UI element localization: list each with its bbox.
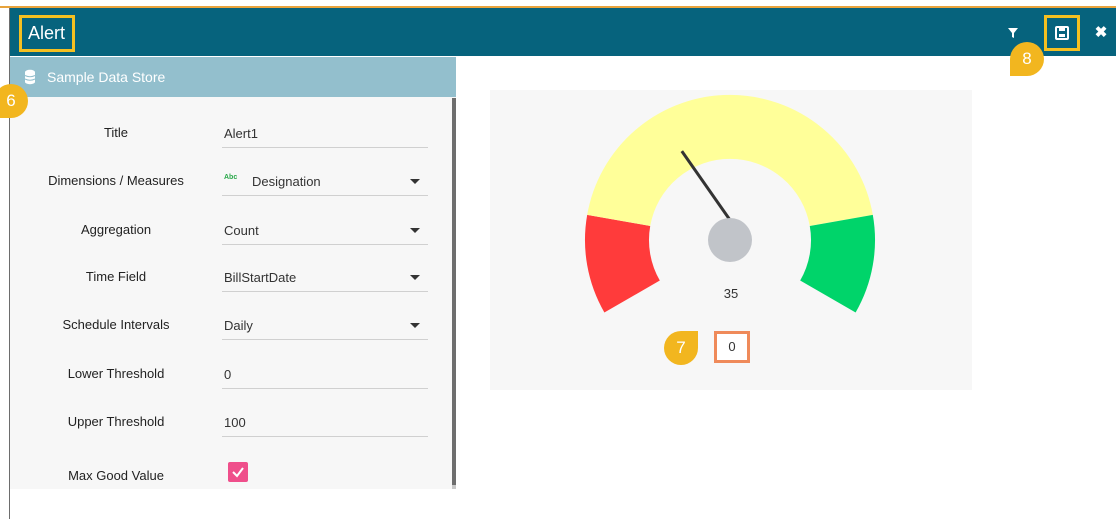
- aggregation-select[interactable]: Count: [222, 214, 428, 245]
- time-field-select[interactable]: BillStartDate: [222, 261, 428, 292]
- gauge-segment-high: [799, 214, 875, 313]
- field-label-max-good: Max Good Value: [68, 468, 164, 483]
- close-icon[interactable]: ✖: [1090, 22, 1112, 44]
- properties-panel: Sample Data Store Title Alert1 Dimension…: [10, 57, 456, 489]
- window-title: Alert: [19, 15, 75, 52]
- lower-threshold-value: 0: [224, 367, 232, 382]
- dimensions-select[interactable]: Abc Designation: [222, 165, 428, 196]
- gauge-segment-low: [585, 214, 661, 313]
- aggregation-value: Count: [224, 223, 259, 238]
- save-button[interactable]: [1044, 15, 1080, 51]
- text-type-icon: Abc: [224, 174, 238, 181]
- field-row-title: Title Alert1: [10, 125, 450, 165]
- field-label-title: Title: [103, 125, 129, 140]
- field-label-schedule: Schedule Intervals: [62, 317, 170, 332]
- chevron-down-icon: [410, 323, 420, 328]
- field-row-schedule: Schedule Intervals Daily: [10, 317, 450, 357]
- datastore-header[interactable]: Sample Data Store: [10, 57, 456, 97]
- field-row-aggregation: Aggregation Count: [10, 222, 450, 262]
- field-row-time-field: Time Field BillStartDate: [10, 269, 450, 309]
- callout-marker-7: 7: [664, 331, 698, 365]
- chevron-down-icon: [410, 275, 420, 280]
- field-row-dimensions: Dimensions / Measures Abc Designation: [10, 173, 450, 213]
- max-good-checkbox[interactable]: [228, 462, 248, 482]
- gauge-value: 35: [723, 286, 739, 301]
- upper-threshold-value: 100: [224, 415, 246, 430]
- field-label-lower-threshold: Lower Threshold: [67, 366, 165, 381]
- gauge-min-value: 0: [714, 331, 750, 363]
- time-field-value: BillStartDate: [224, 270, 297, 285]
- panel-scrollbar-thumb[interactable]: [452, 98, 456, 485]
- schedule-value: Daily: [224, 318, 253, 333]
- field-row-max-good: Max Good Value: [10, 462, 450, 508]
- schedule-select[interactable]: Daily: [222, 309, 428, 340]
- save-icon: [1055, 26, 1069, 40]
- lower-threshold-input[interactable]: 0: [222, 358, 428, 389]
- callout-marker-8: 8: [1010, 42, 1044, 76]
- gauge-hub: [708, 218, 752, 262]
- field-label-upper-threshold: Upper Threshold: [67, 414, 165, 429]
- chevron-down-icon: [410, 179, 420, 184]
- gauge-segment-mid: [587, 94, 873, 227]
- field-row-upper-threshold: Upper Threshold 100: [10, 414, 450, 454]
- checkmark-icon: [232, 467, 244, 478]
- chevron-down-icon: [410, 228, 420, 233]
- title-input[interactable]: Alert1: [222, 117, 428, 148]
- dimensions-value: Designation: [252, 174, 321, 189]
- field-label-dimensions: Dimensions / Measures: [48, 173, 184, 188]
- window-header: Alert ✖: [10, 8, 1116, 56]
- filter-icon[interactable]: [1002, 22, 1024, 44]
- database-icon: [24, 69, 36, 85]
- field-label-aggregation: Aggregation: [80, 222, 152, 237]
- title-value: Alert1: [224, 126, 258, 141]
- datastore-label: Sample Data Store: [47, 69, 166, 85]
- field-label-time-field: Time Field: [85, 269, 147, 284]
- upper-threshold-input[interactable]: 100: [222, 406, 428, 437]
- field-row-lower-threshold: Lower Threshold 0: [10, 366, 450, 406]
